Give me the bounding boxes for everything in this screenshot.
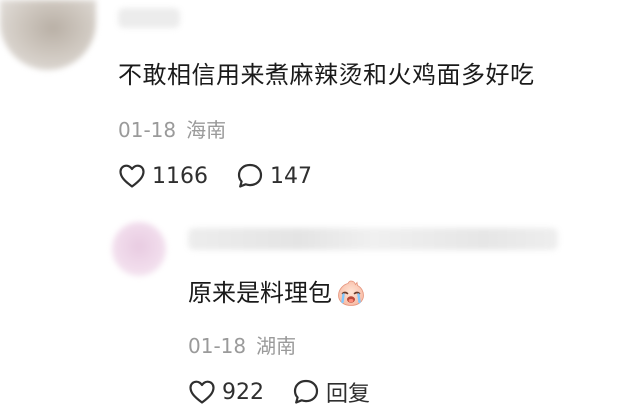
like-count: 1166: [152, 163, 208, 189]
like-button[interactable]: 1166: [118, 163, 208, 189]
speech-bubble-icon: [237, 163, 263, 188]
reply-username-blurred[interactable]: [188, 228, 558, 250]
reply-text: 原来是料理包: [188, 279, 332, 307]
reply-avatar[interactable]: [112, 222, 166, 276]
comment-date: 01-18: [118, 118, 177, 142]
comment-meta: 01-18 海南: [118, 116, 226, 144]
comment-location: 海南: [186, 118, 227, 142]
reply-location: 湖南: [256, 334, 297, 358]
comment-text: 不敢相信用来煮麻辣烫和火鸡面多好吃: [118, 61, 535, 89]
comment-actions: 1166 147: [118, 160, 312, 192]
reply-like-count: 922: [222, 379, 264, 405]
crying-face-emoji-icon: [338, 280, 364, 306]
reply-text-row: 原来是料理包: [188, 276, 366, 310]
reply-reply-button[interactable]: 回复: [292, 376, 370, 408]
reply-label: 回复: [326, 382, 371, 407]
username-blurred[interactable]: [118, 8, 180, 28]
reply-date: 01-18: [188, 334, 247, 358]
reply-actions: 922 回复: [188, 376, 370, 408]
avatar[interactable]: [0, 0, 96, 70]
heart-outline-icon: [119, 164, 145, 188]
reply-meta: 01-18 湖南: [188, 332, 296, 360]
heart-outline-icon: [189, 380, 215, 404]
comment-thread: 不敢相信用来煮麻辣烫和火鸡面多好吃 01-18 海南 1166 147 原来是料理…: [0, 0, 640, 420]
reply-count: 147: [270, 163, 312, 189]
speech-bubble-icon: [293, 379, 319, 404]
reply-button[interactable]: 147: [236, 162, 312, 190]
reply-like-button[interactable]: 922: [188, 379, 264, 405]
